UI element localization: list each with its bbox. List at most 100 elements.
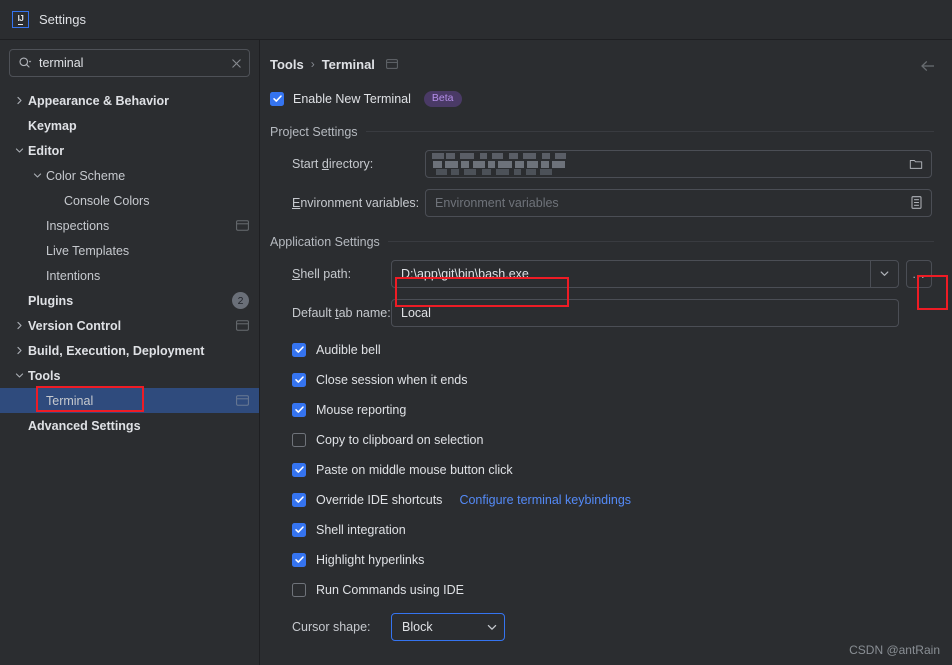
window-title: Settings — [39, 12, 86, 27]
sidebar-item-advanced-settings[interactable]: Advanced Settings — [0, 413, 259, 438]
list-editor-icon — [910, 196, 922, 209]
sidebar-item-plugins[interactable]: Plugins 2 — [0, 288, 259, 313]
section-divider — [365, 131, 934, 132]
checkbox-copy-to-clipboard-on-selection[interactable] — [292, 432, 306, 447]
sidebar-item-terminal[interactable]: Terminal — [0, 388, 259, 413]
checkbox-highlight-hyperlinks[interactable] — [292, 552, 306, 567]
checkbox-shell-integration[interactable] — [292, 522, 306, 537]
project-settings-section-header: Project Settings — [270, 125, 934, 139]
environment-variables-label: Environment variables: — [292, 195, 420, 210]
start-directory-input[interactable] — [425, 149, 932, 178]
checkbox-run-commands-using-ide[interactable] — [292, 582, 306, 597]
intellij-logo-icon: IJ — [12, 11, 29, 28]
sidebar-item-label: Build, Execution, Deployment — [28, 343, 205, 358]
plugins-update-badge: 2 — [232, 292, 249, 309]
censored-value-overlay — [432, 152, 566, 175]
project-scope-icon — [386, 59, 398, 69]
checkbox-label: Mouse reporting — [316, 402, 407, 417]
option-row-highlight-hyperlinks[interactable]: Highlight hyperlinks — [292, 545, 934, 575]
shell-path-browse-button[interactable]: ... — [906, 259, 932, 288]
checkbox-audible-bell[interactable] — [292, 342, 306, 357]
check-icon — [294, 376, 304, 383]
check-icon — [294, 496, 304, 503]
title-bar: IJ Settings — [0, 0, 952, 40]
checkbox-label: Copy to clipboard on selection — [316, 432, 484, 447]
start-directory-browse-button[interactable] — [902, 151, 930, 177]
checkbox-label: Audible bell — [316, 342, 381, 357]
check-icon — [272, 95, 282, 103]
breadcrumb: Tools › Terminal — [270, 54, 934, 74]
shell-path-combobox[interactable]: D:\app\git\bin\bash.exe — [391, 259, 899, 288]
sidebar-item-label: Keymap — [28, 118, 77, 133]
checkbox-close-session-when-it-ends[interactable] — [292, 372, 306, 387]
sidebar-item-keymap[interactable]: Keymap — [0, 113, 259, 138]
chevron-right-icon[interactable] — [12, 344, 26, 358]
sidebar-item-color-scheme[interactable]: Color Scheme — [0, 163, 259, 188]
sidebar-item-label: Intentions — [46, 268, 101, 283]
sidebar-item-console-colors[interactable]: Console Colors — [0, 188, 259, 213]
sidebar-item-editor[interactable]: Editor — [0, 138, 259, 163]
sidebar-item-live-templates[interactable]: Live Templates — [0, 238, 259, 263]
default-tab-name-input[interactable]: Local — [391, 298, 899, 327]
sidebar-item-appearance-behavior[interactable]: Appearance & Behavior — [0, 88, 259, 113]
option-row-copy-to-clipboard-on-selection[interactable]: Copy to clipboard on selection — [292, 425, 934, 455]
shell-path-label: Shell path: — [292, 266, 352, 281]
search-value[interactable]: terminal — [39, 57, 224, 70]
checkbox-override-ide-shortcuts[interactable] — [292, 492, 306, 507]
default-tab-name-value[interactable]: Local — [401, 306, 431, 320]
check-icon — [294, 406, 304, 413]
checkbox-label: Paste on middle mouse button click — [316, 462, 513, 477]
configure-terminal-keybindings-link[interactable]: Configure terminal keybindings — [459, 493, 631, 507]
chevron-down-icon[interactable] — [12, 369, 26, 383]
breadcrumb-current: Terminal — [321, 56, 375, 72]
environment-variables-editor-button[interactable] — [902, 190, 930, 216]
sidebar-item-inspections[interactable]: Inspections — [0, 213, 259, 238]
option-row-close-session-when-it-ends[interactable]: Close session when it ends — [292, 365, 934, 395]
sidebar-item-intentions[interactable]: Intentions — [0, 263, 259, 288]
chevron-right-icon[interactable] — [12, 94, 26, 108]
environment-variables-input[interactable]: Environment variables — [425, 188, 932, 217]
checkbox-paste-on-middle-mouse-button-click[interactable] — [292, 462, 306, 477]
option-row-paste-on-middle-mouse-button-click[interactable]: Paste on middle mouse button click — [292, 455, 934, 485]
option-row-audible-bell[interactable]: Audible bell — [292, 335, 934, 365]
enable-new-terminal-checkbox[interactable] — [270, 91, 284, 106]
sidebar-item-version-control[interactable]: Version Control — [0, 313, 259, 338]
sidebar-item-build-execution-deployment[interactable]: Build, Execution, Deployment — [0, 338, 259, 363]
shell-path-value[interactable]: D:\app\git\bin\bash.exe — [401, 267, 529, 281]
shell-path-dropdown-button[interactable] — [871, 261, 898, 287]
cursor-shape-dropdown[interactable]: Block — [391, 612, 505, 641]
back-arrow-icon[interactable] — [918, 56, 938, 76]
cursor-shape-label: Cursor shape: — [292, 619, 371, 634]
option-row-mouse-reporting[interactable]: Mouse reporting — [292, 395, 934, 425]
sidebar-item-label: Version Control — [28, 318, 122, 333]
chevron-down-icon[interactable] — [30, 169, 44, 183]
breadcrumb-parent[interactable]: Tools — [270, 57, 304, 72]
search-input[interactable]: terminal — [9, 49, 250, 77]
enable-new-terminal-row[interactable]: Enable New Terminal Beta — [270, 91, 934, 107]
check-icon — [294, 556, 304, 563]
project-scope-icon — [236, 319, 249, 332]
option-row-override-ide-shortcuts[interactable]: Override IDE shortcuts Configure terminal… — [292, 485, 934, 515]
option-row-shell-integration[interactable]: Shell integration — [292, 515, 934, 545]
checkbox-mouse-reporting[interactable] — [292, 402, 306, 417]
search-icon[interactable] — [18, 56, 32, 70]
checkbox-label: Close session when it ends — [316, 372, 468, 387]
application-settings-section-header: Application Settings — [270, 235, 934, 249]
option-row-run-commands-using-ide[interactable]: Run Commands using IDE — [292, 575, 934, 605]
sidebar-item-label: Inspections — [46, 218, 110, 233]
sidebar-item-tools[interactable]: Tools — [0, 363, 259, 388]
close-icon[interactable] — [231, 58, 242, 69]
environment-variables-placeholder: Environment variables — [435, 195, 559, 210]
chevron-down-icon[interactable] — [12, 144, 26, 158]
chevron-right-icon[interactable] — [12, 319, 26, 333]
default-tab-name-row: Default tab name: Local — [270, 298, 934, 327]
checkbox-label: Run Commands using IDE — [316, 582, 464, 597]
chevron-down-icon — [486, 621, 498, 633]
project-scope-icon — [236, 394, 249, 407]
cursor-shape-value: Block — [402, 619, 433, 634]
sidebar-item-label: Editor — [28, 143, 65, 158]
